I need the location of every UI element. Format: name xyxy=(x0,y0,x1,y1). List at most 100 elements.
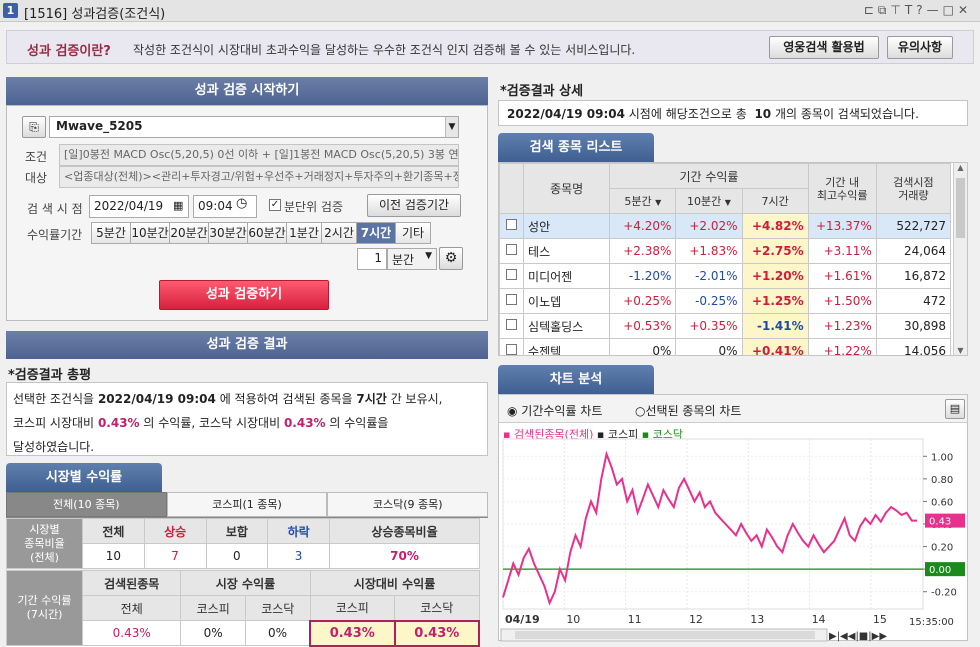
period-option[interactable]: 60분간 xyxy=(247,222,287,244)
maximize-icon[interactable]: □ xyxy=(943,3,958,17)
chevron-up-icon[interactable]: ▲ xyxy=(954,163,967,172)
font-icon[interactable]: T xyxy=(905,3,916,17)
radio-stock-chart[interactable]: ○선택된 종목의 차트 xyxy=(635,402,741,419)
gear-icon[interactable]: ⚙ xyxy=(439,247,463,270)
period-option[interactable]: 7시간 xyxy=(356,222,396,244)
col-vol-line: 검색시점 xyxy=(893,175,934,189)
header-total: 전체 xyxy=(82,518,145,544)
return-7h: -1.41% xyxy=(741,313,809,339)
minimize-icon[interactable]: — xyxy=(927,3,943,17)
scroll-thumb[interactable] xyxy=(956,178,965,238)
checkbox[interactable] xyxy=(506,344,518,355)
chart-scroll-thumb xyxy=(515,631,815,639)
value-rise: 7 xyxy=(143,543,207,569)
stock-name: 이노뎁 xyxy=(523,288,611,314)
stock-row[interactable]: 미디어젠 -1.20% -2.01% +1.20% +1.61% 16,872 xyxy=(499,263,952,289)
y-tick-label: 1.00 xyxy=(931,452,953,463)
summary-period: 7시간 xyxy=(356,392,387,406)
return-5min: 0% xyxy=(609,338,677,355)
subtab-all[interactable]: 전체(10 종목) xyxy=(6,492,167,517)
sub-all: 전체 xyxy=(81,595,182,621)
notice-button[interactable]: 유의사항 xyxy=(887,36,953,59)
return-chart[interactable]: 04/191011121314151.000.800.600.400.200.0… xyxy=(499,423,967,642)
stock-row[interactable]: 성안 +4.20% +2.02% +4.82% +13.37% 522,727 xyxy=(499,213,952,239)
last-value-label: 0.43 xyxy=(929,517,951,528)
chart-toolbar: ◉ 기간수익률 차트 ○선택된 종목의 차트 ▤ xyxy=(499,395,967,423)
x-tick-label: 14 xyxy=(812,613,826,626)
pin-icon[interactable]: ⊤ xyxy=(890,3,904,17)
stock-row[interactable]: 이노뎁 +0.25% -0.25% +1.25% +1.50% 472 xyxy=(499,288,952,314)
sub-kosdaq-excess: 코스닥 xyxy=(394,595,480,621)
col-5min[interactable]: 5분간 ▼ xyxy=(609,188,677,214)
run-verify-button[interactable]: 성과 검증하기 xyxy=(159,280,329,310)
playback-controls: ▶|◀◀|■|▶▶ xyxy=(829,631,887,642)
minute-checkbox[interactable]: ✓ xyxy=(269,199,281,211)
sub-kosdaq: 코스닥 xyxy=(244,595,311,621)
max-return: +3.11% xyxy=(807,238,877,264)
clock-icon[interactable]: ◷ xyxy=(236,196,247,211)
radio-period-chart[interactable]: ◉ 기간수익률 차트 xyxy=(507,402,602,419)
chevron-down-icon[interactable]: ▼ xyxy=(445,117,458,137)
window-controls[interactable]: ⊏⧉⊤T?—□✕ xyxy=(864,3,972,18)
condition-name-select[interactable]: Mwave_5205 xyxy=(49,116,459,138)
period-option[interactable]: 10분간 xyxy=(130,222,170,244)
checkbox[interactable] xyxy=(506,219,518,230)
checkbox[interactable] xyxy=(506,319,518,330)
volume: 522,727 xyxy=(875,213,952,239)
link-icon[interactable]: ⊏ xyxy=(864,3,878,17)
checkbox[interactable] xyxy=(506,244,518,255)
chart-menu-icon[interactable]: ▤ xyxy=(945,399,965,419)
help-icon[interactable]: ? xyxy=(916,3,926,17)
detail-box: 2022/04/19 09:04 시점에 해당조건으로 총 10 개의 종목이 … xyxy=(498,100,968,126)
stock-list-tab[interactable]: 검색 종목 리스트 xyxy=(498,133,654,162)
col-max[interactable]: 기간 내 최고수익률 xyxy=(807,163,877,214)
value-fall: 3 xyxy=(267,543,330,569)
market-ratio-table: 시장별 종목비율 (전체) 전체 상승 보합 하락 상승종목비율 10 7 0 3 … xyxy=(6,518,480,569)
summary-box: 선택한 조건식을 2022/04/19 09:04 에 적용하여 검색된 종목을… xyxy=(6,382,488,456)
col-10min[interactable]: 10분간 ▼ xyxy=(675,188,743,214)
row-checkbox[interactable] xyxy=(499,263,525,289)
volume: 472 xyxy=(875,288,952,314)
summary-text: 코스피 시장대비 xyxy=(13,416,95,430)
period-option[interactable]: 30분간 xyxy=(208,222,248,244)
period-option[interactable]: 2시간 xyxy=(321,222,357,244)
volume: 16,872 xyxy=(875,263,952,289)
custom-period-value[interactable]: 1 xyxy=(357,248,387,270)
prev-period-button[interactable]: 이전 검증기간 xyxy=(367,194,461,217)
condition-list-icon[interactable]: ⎘ xyxy=(22,116,46,138)
stock-list-scrollbar[interactable]: ▲ ▼ xyxy=(953,163,967,355)
subtab-kosdaq[interactable]: 코스닥(9 종목) xyxy=(327,492,489,517)
detail-date: 2022/04/19 09:04 xyxy=(507,107,625,121)
col-name: 종목명 xyxy=(523,163,611,214)
subtab-kospi[interactable]: 코스피(1 종목) xyxy=(166,492,328,517)
check-header xyxy=(499,163,525,214)
ratio-row-label: 시장별 종목비율 (전체) xyxy=(6,518,83,569)
period-option[interactable]: 5분간 xyxy=(91,222,131,244)
period-option[interactable]: 기타 xyxy=(395,222,431,244)
period-option[interactable]: 1분간 xyxy=(286,222,322,244)
row-checkbox[interactable] xyxy=(499,238,525,264)
chart-tab[interactable]: 차트 분석 xyxy=(498,365,654,394)
stock-row[interactable]: 수젠텍 0% 0% +0.41% +1.22% 14,056 xyxy=(499,338,952,355)
checkbox[interactable] xyxy=(506,294,518,305)
chevron-down-icon[interactable]: ▼ xyxy=(954,346,967,355)
stock-row[interactable]: 테스 +2.38% +1.83% +2.75% +3.11% 24,064 xyxy=(499,238,952,264)
close-icon[interactable]: ✕ xyxy=(958,3,972,17)
stock-row[interactable]: 심텍홀딩스 +0.53% +0.35% -1.41% +1.23% 30,898 xyxy=(499,313,952,339)
period-option[interactable]: 20분간 xyxy=(169,222,209,244)
copy-icon[interactable]: ⧉ xyxy=(878,3,891,17)
time-input[interactable]: 09:04 xyxy=(193,195,257,218)
row-checkbox[interactable] xyxy=(499,213,525,239)
row-checkbox[interactable] xyxy=(499,313,525,339)
ret-kospi-excess: 0.43% xyxy=(309,619,396,647)
radio-label: 기간수익률 차트 xyxy=(521,404,603,418)
checkbox[interactable] xyxy=(506,269,518,280)
market-return-tab[interactable]: 시장별 수익률 xyxy=(6,463,162,492)
row-checkbox[interactable] xyxy=(499,338,525,355)
period-selector[interactable]: 5분간 10분간 20분간 30분간 60분간 1분간 2시간 7시간 기타 xyxy=(91,222,431,244)
calendar-icon[interactable]: ▦ xyxy=(173,199,183,212)
y-tick-label: 0.20 xyxy=(931,543,953,554)
video-guide-button[interactable]: 영웅검색 활용법 xyxy=(769,36,879,59)
row-checkbox[interactable] xyxy=(499,288,525,314)
custom-period-unit[interactable]: 분간 ▼ xyxy=(387,248,437,270)
